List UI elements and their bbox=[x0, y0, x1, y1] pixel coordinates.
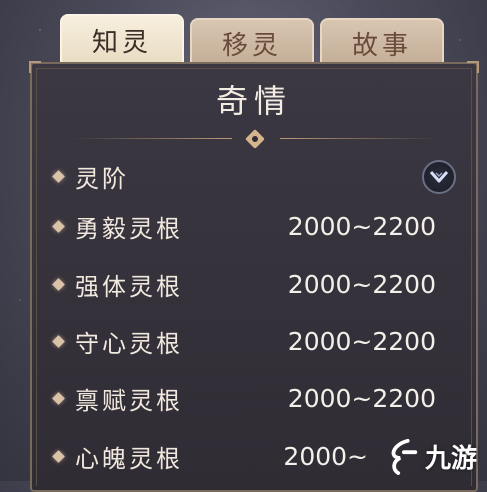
attribute-label: 守心灵根 bbox=[75, 329, 183, 358]
attribute-label: 强体灵根 bbox=[75, 272, 183, 301]
jiuyou-logo-icon bbox=[391, 438, 418, 475]
attribute-value: 2000~ bbox=[283, 441, 368, 471]
section-label: 灵阶 bbox=[75, 164, 129, 193]
attribute-value: 2000~2200 bbox=[287, 269, 436, 299]
list-item: 强体灵根 2000~2200 bbox=[52, 264, 454, 304]
attribute-value: 2000~2200 bbox=[287, 383, 436, 413]
tab-yiling[interactable]: 移灵 bbox=[190, 18, 314, 68]
attribute-label: 心魄灵根 bbox=[75, 444, 183, 473]
tab-bar: 知灵 移灵 故事 bbox=[60, 14, 444, 68]
watermark-text: 九游 bbox=[424, 443, 477, 474]
diamond-bullet-icon bbox=[52, 169, 65, 183]
watermark-logo: 九游 bbox=[383, 437, 477, 475]
diamond-bullet-icon bbox=[52, 334, 65, 348]
diamond-ornament-icon bbox=[245, 129, 265, 149]
attribute-label: 勇毅灵根 bbox=[75, 214, 183, 243]
corner-ornament bbox=[467, 61, 479, 73]
diamond-bullet-icon bbox=[52, 219, 65, 233]
attribute-label: 禀赋灵根 bbox=[75, 386, 183, 415]
diamond-bullet-icon bbox=[52, 449, 65, 463]
diamond-bullet-icon bbox=[52, 391, 65, 405]
tab-zhiling[interactable]: 知灵 bbox=[60, 14, 184, 66]
panel-title: 奇情 bbox=[215, 82, 292, 120]
attribute-value: 2000~2200 bbox=[287, 211, 436, 241]
corner-ornament bbox=[29, 61, 41, 73]
info-panel: 奇情 灵阶 勇毅灵根 2000~2200 强体灵根 2000~2200 守心灵根… bbox=[29, 61, 479, 492]
tab-gushi[interactable]: 故事 bbox=[320, 18, 444, 68]
diamond-bullet-icon bbox=[52, 277, 65, 291]
section-header: 灵阶 bbox=[52, 156, 456, 196]
collapse-toggle-button[interactable] bbox=[422, 160, 456, 194]
chevron-down-icon bbox=[429, 171, 449, 183]
attribute-value: 2000~2200 bbox=[287, 326, 436, 356]
title-divider bbox=[72, 129, 440, 149]
list-item: 禀赋灵根 2000~2200 bbox=[52, 378, 454, 418]
list-item: 勇毅灵根 2000~2200 bbox=[52, 206, 454, 246]
list-item: 守心灵根 2000~2200 bbox=[52, 321, 454, 361]
